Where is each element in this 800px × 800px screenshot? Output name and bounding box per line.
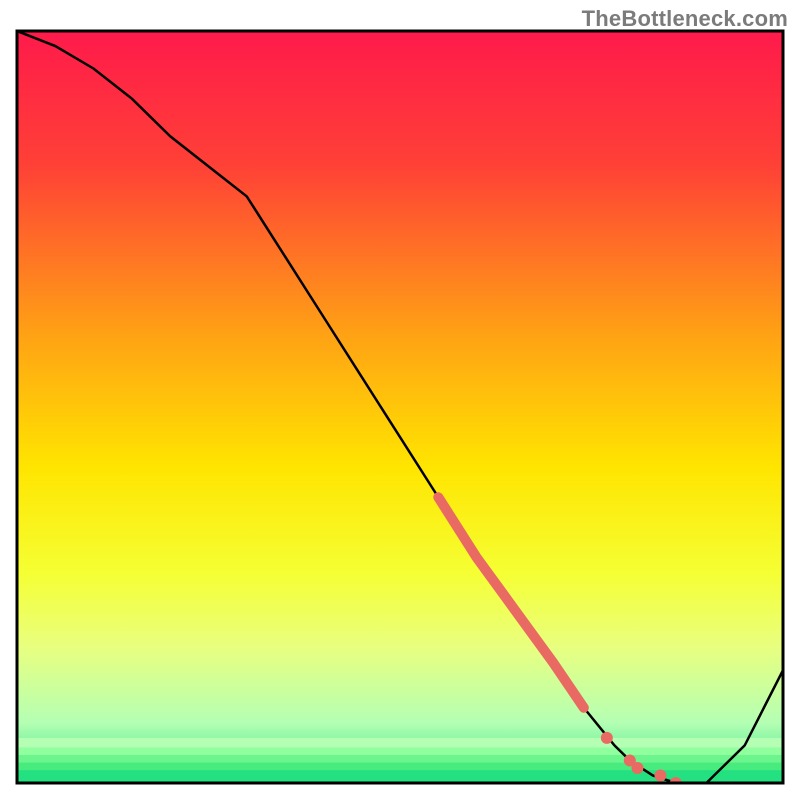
chart-container: TheBottleneck.com [0, 0, 800, 800]
gradient-background [17, 31, 783, 783]
bottom-bands [17, 738, 783, 783]
bottleneck-chart [0, 0, 800, 800]
watermark: TheBottleneck.com [582, 6, 788, 32]
